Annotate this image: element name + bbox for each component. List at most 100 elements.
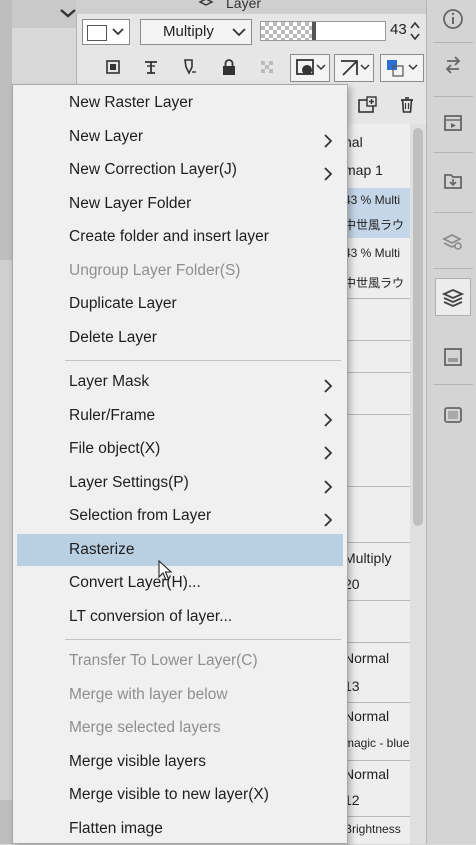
- lock-transparent-icon[interactable]: [256, 56, 278, 78]
- menu-item-label: New Layer Folder: [69, 194, 192, 212]
- menu-separator: [65, 360, 341, 361]
- layer-separator: [344, 600, 410, 601]
- layer-property-bar: Multiply 43: [82, 17, 424, 47]
- menu-item-label: LT conversion of layer...: [69, 607, 233, 625]
- menu-item-duplicate-layer[interactable]: Duplicate Layer: [17, 288, 343, 320]
- undo-history-icon[interactable]: [435, 46, 471, 84]
- menu-item-selection-from-layer[interactable]: Selection from Layer: [17, 500, 343, 532]
- layer-color-swatch: [87, 25, 107, 41]
- menu-item-merge-selected-layers[interactable]: Merge selected layers: [17, 712, 343, 744]
- menu-item-new-layer-folder[interactable]: New Layer Folder: [17, 188, 343, 220]
- ruler-show-button[interactable]: [334, 54, 374, 82]
- menu-item-label: Layer Mask: [69, 373, 150, 390]
- blend-mode-value: Multiply: [163, 23, 214, 40]
- info-icon[interactable]: [435, 0, 471, 38]
- chevron-right-icon: [323, 475, 333, 494]
- layer-separator: [344, 340, 410, 341]
- opacity-value: 43: [390, 21, 407, 38]
- menu-item-new-layer[interactable]: New Layer: [17, 121, 343, 153]
- layer-separator: [344, 542, 410, 543]
- layer-row-text: 20: [344, 576, 360, 592]
- chevron-right-icon: [323, 508, 333, 527]
- layer-separator: [344, 486, 410, 487]
- material-download-icon[interactable]: [435, 162, 471, 200]
- layer-separator: [344, 816, 410, 817]
- menu-item-flatten-image[interactable]: Flatten image: [17, 813, 343, 845]
- lock-icon[interactable]: [218, 56, 240, 78]
- chevron-down-icon: [111, 24, 125, 43]
- layer-icon[interactable]: [435, 278, 471, 316]
- menu-item-label: Merge visible layers: [69, 752, 206, 770]
- layer-color-mode-button[interactable]: [380, 54, 424, 82]
- layer-separator: [344, 298, 410, 299]
- layer-separator: [344, 414, 410, 415]
- layer-row-text: 43 % Multi: [344, 188, 410, 212]
- menu-item-convert-layer-h[interactable]: Convert Layer(H)...: [17, 567, 343, 599]
- navigator-icon[interactable]: [435, 338, 471, 376]
- menu-item-rasterize[interactable]: Rasterize: [17, 533, 343, 566]
- menu-item-new-raster-layer[interactable]: New Raster Layer: [17, 87, 343, 119]
- menu-item-ungroup-layer-folder-s[interactable]: Ungroup Layer Folder(S): [17, 255, 343, 287]
- layer-color-button[interactable]: [82, 19, 130, 45]
- menu-item-label: Selection from Layer: [69, 507, 212, 524]
- menu-item-layer-mask[interactable]: Layer Mask: [17, 366, 343, 398]
- chevron-down-icon: [231, 24, 247, 48]
- mouse-cursor-icon: [158, 559, 173, 582]
- menu-item-create-folder-and-insert-layer[interactable]: Create folder and insert layer: [17, 221, 343, 253]
- menu-item-merge-visible-to-new-layer-x[interactable]: Merge visible to new layer(X): [17, 779, 343, 811]
- menu-item-label: Ruler/Frame: [69, 406, 156, 424]
- menu-item-file-object-x[interactable]: File object(X): [17, 433, 343, 465]
- scrollbar-thumb[interactable]: [413, 128, 423, 526]
- menu-item-label: Flatten image: [69, 819, 163, 837]
- layer-row-text: 13: [344, 678, 360, 694]
- layer-list[interactable]: nal map 1 43 % Multi 中世風ラウ 43 % Multi 中世…: [344, 124, 410, 844]
- left-scroll-strip: [0, 0, 12, 844]
- dock-separator: [433, 212, 473, 213]
- panel-title-bar: Layer: [76, 0, 426, 15]
- layer-list-scrollbar[interactable]: [410, 124, 426, 844]
- layer-context-menu: New Raster Layer New Layer New Correction …: [12, 84, 348, 844]
- menu-item-merge-visible-layers[interactable]: Merge visible layers: [17, 746, 343, 778]
- menu-item-label: Merge with layer below: [69, 685, 228, 703]
- sub-view-icon[interactable]: [435, 396, 471, 434]
- menu-item-ruler-frame[interactable]: Ruler/Frame: [17, 400, 343, 432]
- layer-row-text: 中世風ラウ: [344, 212, 410, 238]
- layer-row-text: 43 % Multi: [344, 246, 401, 260]
- menu-item-transfer-to-lower-layer-c[interactable]: Transfer To Lower Layer(C): [17, 645, 343, 677]
- layer-search-icon[interactable]: [435, 222, 471, 260]
- layer-row-text: nal: [344, 134, 363, 150]
- mask-enable-button[interactable]: [290, 54, 330, 82]
- opacity-slider-knob[interactable]: [312, 22, 316, 40]
- blend-mode-select[interactable]: Multiply: [140, 19, 252, 45]
- reference-layer-icon[interactable]: [140, 56, 162, 78]
- menu-item-label: Create folder and insert layer: [69, 228, 269, 245]
- menu-item-merge-with-layer-below[interactable]: Merge with layer below: [17, 679, 343, 711]
- layer-list-toolbar: [344, 92, 426, 120]
- layer-row-text: Brightness: [344, 822, 401, 836]
- layer-separator: [344, 642, 410, 643]
- chevron-right-icon: [323, 441, 333, 460]
- layer-row-text: Normal: [344, 708, 390, 724]
- opacity-slider[interactable]: [260, 21, 386, 41]
- menu-item-lt-conversion-of-layer[interactable]: LT conversion of layer...: [17, 601, 343, 633]
- menu-item-layer-settings-p[interactable]: Layer Settings(P): [17, 467, 343, 499]
- menu-item-label: New Raster Layer: [69, 94, 194, 111]
- menu-item-label: Layer Settings(P): [69, 473, 189, 491]
- left-strip-thumb: [0, 260, 12, 800]
- menu-item-label: Merge visible to new layer(X): [69, 786, 269, 803]
- layer-row-text: magic - blue: [344, 736, 410, 750]
- panel-title: Layer: [226, 0, 262, 11]
- clip-layer-icon[interactable]: [102, 56, 124, 78]
- opacity-spinner-icon[interactable]: [408, 19, 422, 43]
- dock-separator: [433, 268, 473, 269]
- new-folder-icon[interactable]: [356, 94, 378, 116]
- chevron-right-icon: [323, 374, 333, 393]
- animation-icon[interactable]: [435, 104, 471, 142]
- menu-item-delete-layer[interactable]: Delete Layer: [17, 322, 343, 354]
- layer-panel-icon: [198, 0, 214, 12]
- trash-icon[interactable]: [396, 94, 418, 116]
- draft-layer-icon[interactable]: [178, 56, 200, 78]
- menu-item-new-correction-layer-j[interactable]: New Correction Layer(J): [17, 154, 343, 186]
- layer-separator: [344, 702, 410, 703]
- layer-separator: [344, 372, 410, 373]
